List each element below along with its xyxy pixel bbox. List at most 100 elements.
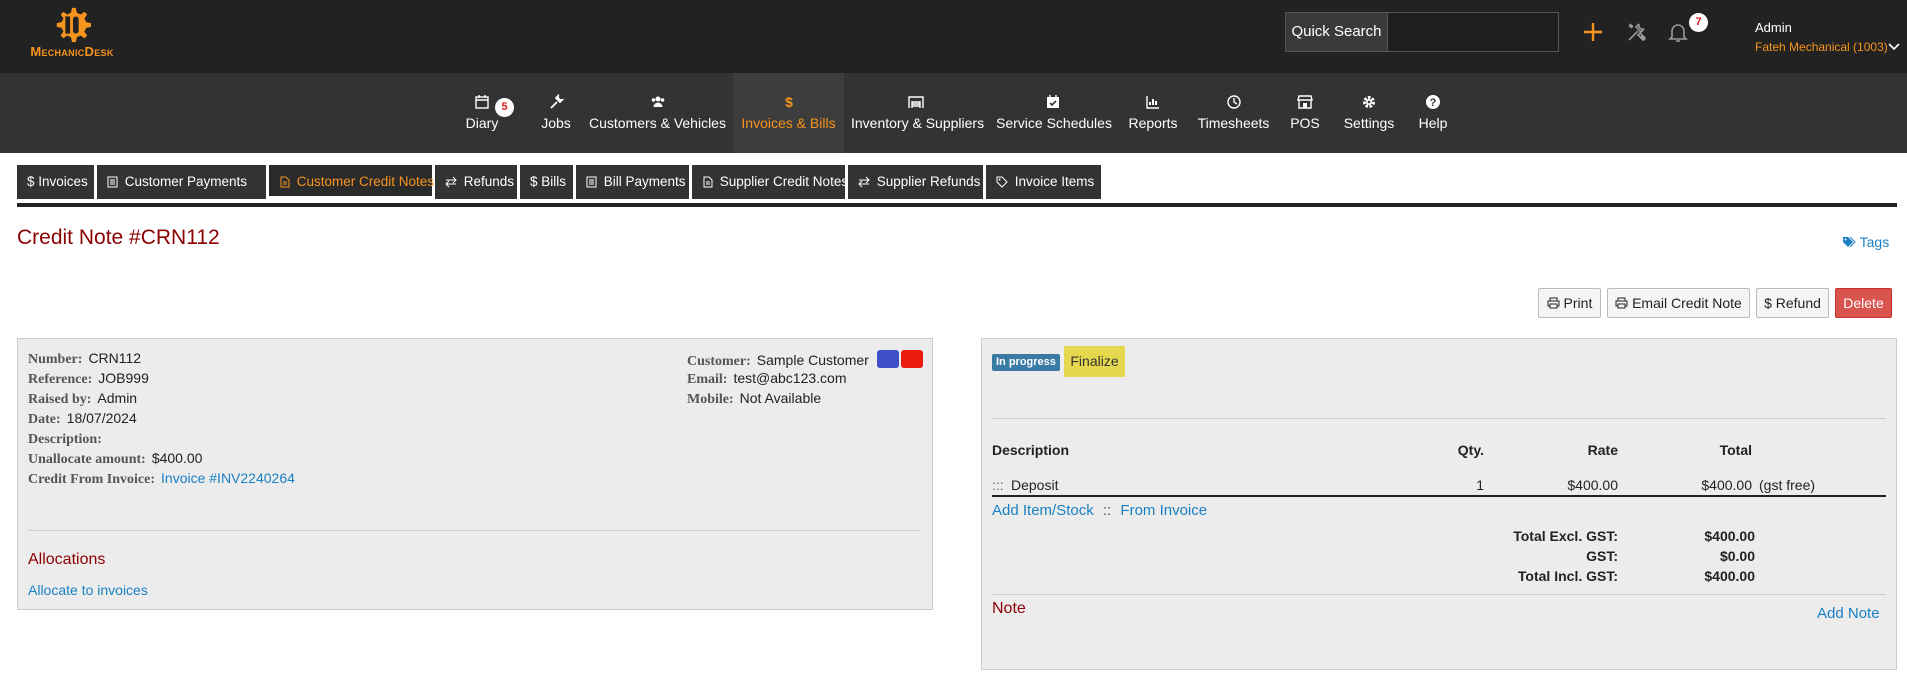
tab-supplier-credit-notes[interactable]: Supplier Credit Notes — [692, 165, 849, 199]
from-invoice-link[interactable]: From Invoice — [1120, 502, 1207, 519]
gear-logo-icon — [56, 7, 91, 43]
nav-jobs-label: Jobs — [541, 115, 571, 131]
column-header-qty: Qty. — [1457, 442, 1484, 458]
bell-icon[interactable] — [1666, 20, 1690, 44]
mobile-row: Mobile: Not Available — [687, 390, 821, 408]
tab-customer-credit-notes-label: Customer Credit Notes — [296, 174, 435, 189]
description-key: Description: — [28, 432, 102, 447]
nav-reports-label: Reports — [1128, 115, 1178, 131]
tab-invoices[interactable]: $ Invoices — [17, 165, 94, 199]
nav-help-label: Help — [1418, 115, 1448, 131]
customer-row: Customer: Sample Customer — [687, 350, 923, 370]
tab-invoice-items[interactable]: Invoice Items — [986, 165, 1101, 199]
tab-supplier-refunds[interactable]: Supplier Refunds — [848, 165, 983, 199]
nav-customers-label: Customers & Vehicles — [589, 115, 726, 131]
chevron-down-icon[interactable] — [1888, 42, 1900, 52]
credit-from-invoice-link[interactable]: Invoice #INV2240264 — [161, 470, 295, 486]
mobile-key: Mobile: — [687, 392, 734, 407]
tab-customer-credit-notes[interactable]: Customer Credit Notes — [269, 165, 435, 199]
item-actions: Add Item/Stock :: From Invoice — [992, 502, 1207, 519]
tags-link[interactable]: Tags — [1842, 234, 1889, 250]
tags-icon — [996, 176, 1008, 188]
nav-timesheets[interactable]: Timesheets — [1194, 73, 1273, 153]
drag-handle-icon[interactable]: ::: — [992, 477, 1004, 493]
row-divider — [992, 495, 1886, 497]
receipt-icon — [586, 176, 597, 188]
refund-button[interactable]: $ Refund — [1756, 288, 1829, 318]
nav-settings[interactable]: Settings — [1340, 73, 1398, 153]
nav-inventory-suppliers[interactable]: Inventory & Suppliers — [851, 73, 984, 153]
column-header-total: Total — [1719, 442, 1752, 458]
gst-value: $0.00 — [1719, 548, 1755, 564]
total-incl-gst-value: $400.00 — [1704, 568, 1755, 584]
tools-icon[interactable] — [1625, 20, 1649, 44]
company-name[interactable]: Fateh Mechanical (1003) — [1755, 40, 1888, 54]
file-icon — [280, 176, 290, 188]
add-note-link[interactable]: Add Note — [1817, 605, 1880, 622]
nav-diary[interactable]: 5 Diary — [455, 73, 514, 153]
tab-bill-payments[interactable]: Bill Payments — [576, 165, 689, 199]
email-label: Email Credit Note — [1632, 295, 1742, 311]
tab-customer-payments-label: Customer Payments — [124, 174, 248, 189]
email-credit-note-button[interactable]: Email Credit Note — [1607, 288, 1750, 318]
item-total: $400.00 — [1701, 477, 1752, 493]
add-item-stock-link[interactable]: Add Item/Stock — [992, 502, 1094, 519]
status-badge: In progress — [992, 354, 1060, 371]
print-icon — [1547, 297, 1560, 309]
tab-bill-payments-label: Bill Payments — [603, 174, 686, 189]
finalize-button[interactable]: Finalize — [1064, 346, 1125, 377]
nav-customers-vehicles[interactable]: Customers & Vehicles — [589, 73, 726, 153]
total-excl-gst-value: $400.00 — [1704, 528, 1755, 544]
delete-button[interactable]: Delete — [1835, 288, 1892, 318]
credit-from-key: Credit From Invoice: — [28, 472, 156, 487]
nav-service-schedules[interactable]: Service Schedules — [996, 73, 1112, 153]
tab-bills-label: Bills — [541, 174, 567, 189]
quick-search-input[interactable] — [1387, 13, 1558, 51]
dollar-icon: $ — [27, 174, 35, 189]
tags-icon — [1843, 236, 1856, 248]
raised-by-row: Raised by: Admin — [28, 390, 137, 408]
nav-diary-label: Diary — [465, 115, 499, 131]
nav-jobs[interactable]: Jobs — [530, 73, 582, 153]
svg-text:$: $ — [785, 94, 793, 110]
item-description: Deposit — [1011, 477, 1059, 493]
item-tax-note: (gst free) — [1759, 477, 1816, 493]
tab-refunds-label: Refunds — [463, 174, 515, 189]
email-key: Email: — [687, 372, 728, 387]
store-icon — [1297, 95, 1313, 109]
user-name[interactable]: Admin — [1755, 20, 1792, 35]
brand-logo[interactable]: MechanicDesk — [17, 6, 127, 62]
nav-reports[interactable]: Reports — [1125, 73, 1181, 153]
divider — [992, 418, 1886, 419]
raised-by-key: Raised by: — [28, 392, 92, 407]
email-value: test@abc123.com — [733, 370, 847, 386]
item-rate: $400.00 — [1567, 477, 1618, 493]
add-icon[interactable] — [1581, 20, 1605, 44]
allocate-to-invoices-link[interactable]: Allocate to invoices — [28, 582, 148, 598]
column-header-description: Description — [992, 442, 1070, 458]
file-icon — [703, 176, 713, 188]
nav-service-label: Service Schedules — [996, 115, 1112, 131]
allocations-title: Allocations — [28, 551, 106, 568]
tags-label: Tags — [1859, 234, 1890, 250]
print-button[interactable]: Print — [1538, 288, 1601, 318]
tab-customer-payments[interactable]: Customer Payments — [97, 165, 266, 199]
description-row: Description: — [28, 430, 108, 448]
nav-invoices-bills[interactable]: $ Invoices & Bills — [733, 73, 844, 153]
notification-badge: 7 — [1689, 13, 1708, 32]
date-value: 18/07/2024 — [66, 410, 137, 426]
receipt-icon — [107, 176, 118, 188]
unallocate-key: Unallocate amount: — [28, 452, 146, 467]
nav-help[interactable]: ? Help — [1413, 73, 1453, 153]
tab-supplier-credit-notes-label: Supplier Credit Notes — [719, 174, 849, 189]
tab-refunds[interactable]: Refunds — [435, 165, 517, 199]
dollar-icon: $ — [530, 174, 538, 189]
nav-pos[interactable]: POS — [1286, 73, 1324, 153]
nav-timesheets-label: Timesheets — [1197, 115, 1270, 131]
warehouse-icon — [908, 96, 924, 108]
reference-row: Reference: JOB999 — [28, 370, 149, 388]
tab-bills[interactable]: $ Bills — [520, 165, 573, 199]
customer-value[interactable]: Sample Customer — [757, 352, 869, 368]
link-separator: :: — [1102, 502, 1112, 519]
dollar-icon: $ — [785, 94, 793, 110]
